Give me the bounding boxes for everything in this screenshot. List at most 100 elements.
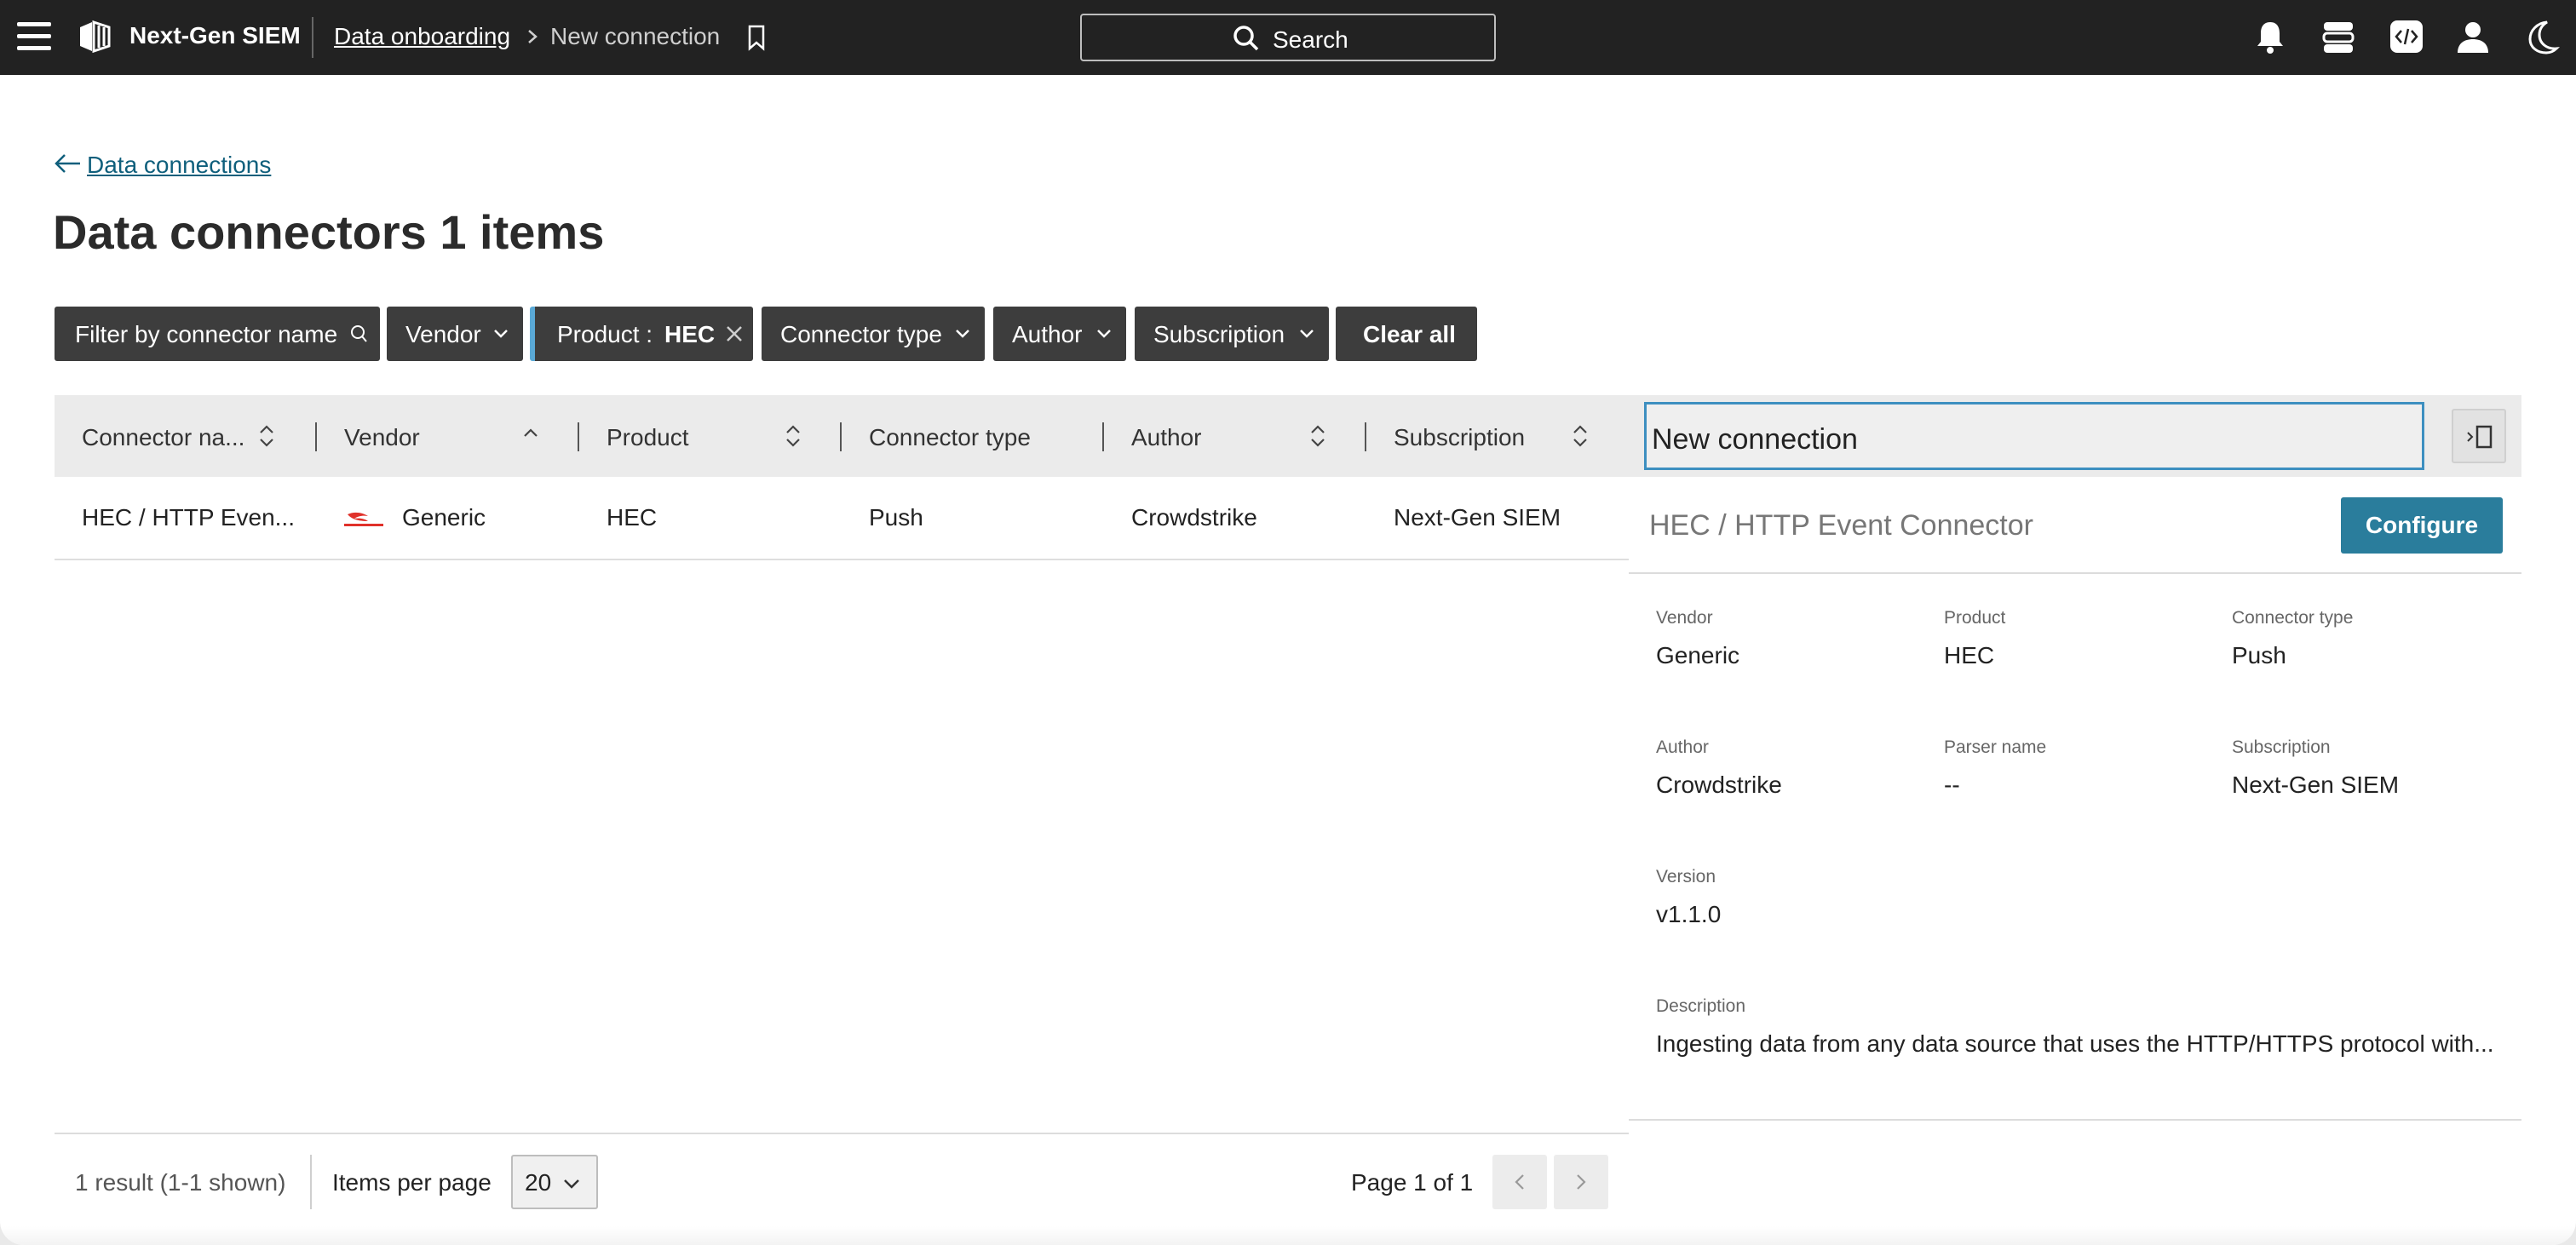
search-icon [351,325,367,342]
close-icon[interactable] [724,324,745,344]
cell-connector-name: HEC / HTTP Even... [82,504,295,531]
filter-subscription-label: Subscription [1153,321,1285,347]
user-icon[interactable] [2453,17,2493,56]
search-label: Search [1273,26,1348,53]
next-page-button[interactable] [1554,1155,1608,1209]
chevron-down-icon [1097,330,1111,338]
data-connections-link[interactable]: Data connections [87,152,271,179]
column-resize-handle[interactable] [1365,422,1366,451]
filter-vendor-label: Vendor [405,321,481,347]
top-navigation-bar: Next-Gen SIEM Data onboarding New connec… [0,0,2576,75]
sort-ascending-icon[interactable] [521,421,540,451]
connection-name-input[interactable]: New connection [1644,402,2424,470]
chevron-down-icon [494,330,508,338]
chevron-right-icon [528,30,538,43]
chevron-down-icon [956,330,969,338]
filter-connector-name[interactable]: Filter by connector name [55,307,380,361]
connector-detail-panel: New connection HEC / HTTP Event Connecto… [1629,395,2521,1121]
column-header-subscription[interactable]: Subscription [1394,424,1525,451]
column-resize-handle[interactable] [578,422,579,451]
chevron-left-icon [1515,1174,1524,1190]
app-name[interactable]: Next-Gen SIEM [129,22,301,49]
menu-icon[interactable] [15,19,53,56]
divider [312,17,313,58]
column-resize-handle[interactable] [1102,422,1104,451]
filter-vendor[interactable]: Vendor [387,307,523,361]
description-label: Description [1656,996,1746,1016]
app-logo-icon [80,20,111,54]
column-header-connector-name[interactable]: Connector na... [82,424,244,451]
connector-title: HEC / HTTP Event Connector [1649,509,2033,542]
author-label: Author [1656,737,1709,757]
version-value: v1.1.0 [1656,901,1722,927]
breadcrumb-data-onboarding[interactable]: Data onboarding [334,23,510,50]
filter-author[interactable]: Author [993,307,1126,361]
cell-connector-type: Push [869,504,923,531]
description-value: Ingesting data from any data source that… [1656,1030,2494,1057]
chevron-down-icon [564,1179,579,1189]
filter-author-label: Author [1012,321,1083,347]
connector-type-label: Connector type [2232,608,2354,628]
cell-author: Crowdstrike [1131,504,1257,531]
filter-connector-type-label: Connector type [780,321,942,347]
column-header-vendor[interactable]: Vendor [344,424,420,451]
collapse-panel-icon [2467,425,2493,449]
vendor-label: Vendor [1656,608,1713,628]
bookmark-icon[interactable] [746,24,767,51]
moon-icon[interactable] [2521,17,2561,56]
breadcrumb-current: New connection [550,23,721,49]
vendor-value: Generic [1656,642,1740,668]
column-header-author[interactable]: Author [1131,424,1202,451]
code-icon[interactable] [2387,17,2426,56]
items-per-page-select[interactable]: 20 [511,1155,598,1209]
sort-icon[interactable] [257,421,276,451]
filter-product-value: HEC [664,321,716,347]
author-value: Crowdstrike [1656,772,1782,798]
subscription-value: Next-Gen SIEM [2232,772,2400,798]
window-bottom-edge [0,1226,2576,1245]
column-resize-handle[interactable] [315,422,317,451]
items-per-page-label: Items per page [332,1169,492,1196]
arrow-left-icon[interactable] [53,152,82,175]
parser-name-label: Parser name [1944,737,2047,757]
connector-type-value: Push [2232,642,2286,668]
stack-icon[interactable] [2319,17,2358,56]
clear-all-button[interactable]: Clear all [1336,307,1477,361]
parser-name-value: -- [1944,772,1960,798]
product-value: HEC [1944,642,1995,668]
global-search-button[interactable]: Search [1080,14,1496,61]
filter-product-label: Product : [557,321,653,347]
chevron-down-icon [1300,330,1314,338]
collapse-panel-button[interactable] [2452,409,2506,463]
filter-connector-type[interactable]: Connector type [762,307,985,361]
connection-name-value: New connection [1652,423,1858,456]
version-label: Version [1656,867,1716,886]
app-window: Next-Gen SIEM Data onboarding New connec… [0,0,2576,1245]
divider [310,1155,312,1209]
sort-icon[interactable] [1308,421,1327,451]
items-per-page-value: 20 [525,1169,552,1196]
page-title: Data connectors 1 items [53,205,605,259]
sort-icon[interactable] [784,421,802,451]
chevron-right-icon [1577,1174,1586,1190]
search-icon [1233,26,1259,51]
table-row[interactable]: HEC / HTTP Even... Generic HEC Push Crow… [55,477,1629,560]
clear-all-label: Clear all [1363,321,1456,347]
configure-button[interactable]: Configure [2341,497,2503,554]
previous-page-button[interactable] [1492,1155,1547,1209]
filter-connector-name-label: Filter by connector name [75,321,338,347]
filter-product[interactable]: Product : HEC [530,307,753,361]
table-header: Connector na... Vendor Product Connector… [55,395,1629,477]
vendor-logo-icon [344,512,383,526]
cell-vendor: Generic [402,504,486,531]
page-indicator: Page 1 of 1 [1351,1169,1474,1196]
bell-icon[interactable] [2251,17,2290,56]
sort-icon[interactable] [1571,421,1590,451]
column-header-product[interactable]: Product [607,424,689,451]
divider [1629,572,2521,574]
filter-subscription[interactable]: Subscription [1135,307,1329,361]
panel-header: New connection [1629,395,2521,477]
subscription-label: Subscription [2232,737,2331,757]
column-header-connector-type[interactable]: Connector type [869,424,1031,451]
column-resize-handle[interactable] [840,422,842,451]
